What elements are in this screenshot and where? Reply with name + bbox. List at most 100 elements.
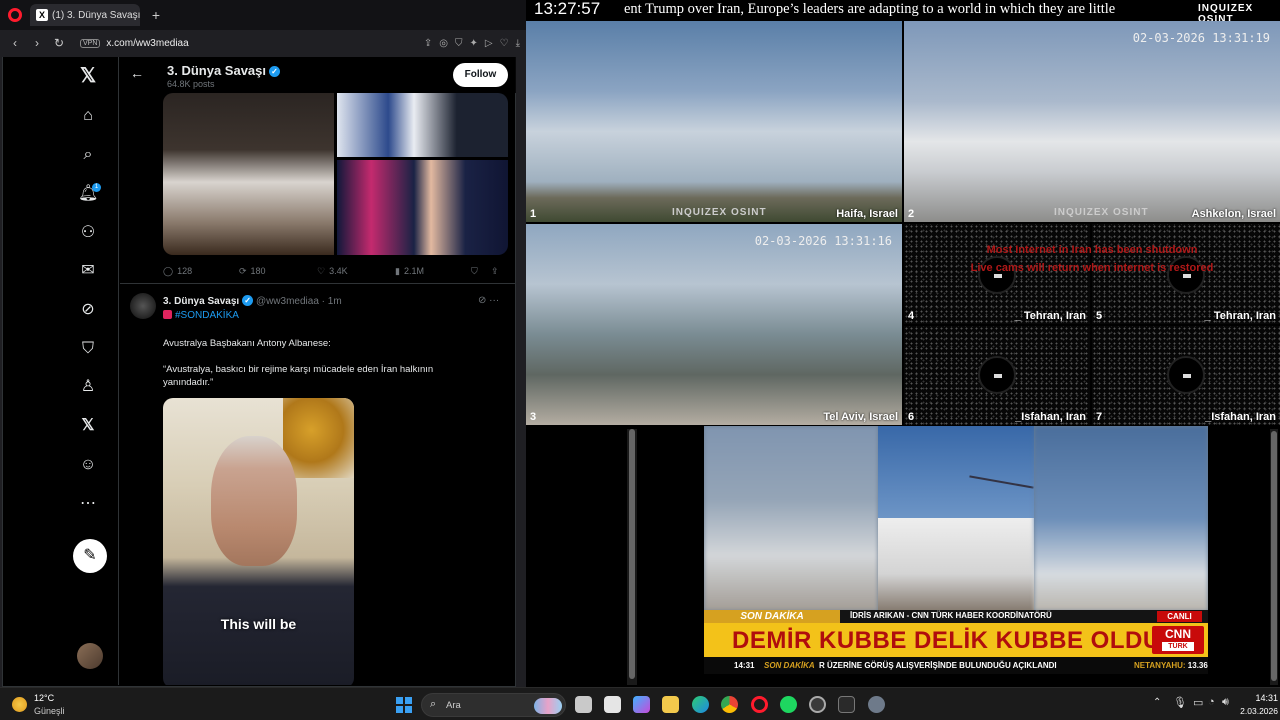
download-icon[interactable]: ⤓	[516, 38, 520, 49]
system-time[interactable]: 14:31	[1232, 693, 1278, 703]
post-image-grid[interactable]	[163, 93, 508, 255]
url-field[interactable]: x.com/ww3mediaa	[106, 38, 423, 49]
post-author[interactable]: 3. Dünya Savaşı ✓ @ww3mediaa · 1m	[163, 295, 342, 307]
camera-number: 6	[908, 411, 915, 423]
post-image-3[interactable]	[337, 160, 508, 255]
user-avatar[interactable]	[77, 643, 103, 669]
store-icon[interactable]	[604, 696, 621, 713]
more-options-icon[interactable]: ···	[489, 295, 499, 306]
tab-x-profile[interactable]: X (1) 3. Dünya Savaşı (@ww	[30, 4, 140, 26]
windows-start-icon[interactable]	[396, 697, 412, 713]
obs-icon[interactable]	[809, 696, 826, 713]
camera-feed-4[interactable]: 4 _ Tehran, Iran	[904, 224, 1090, 324]
compose-post-button[interactable]: ✎	[73, 539, 107, 573]
camera-icon[interactable]: ◎	[439, 38, 448, 49]
camera-feed-6[interactable]: 6 _Isfahan, Iran	[904, 326, 1090, 425]
follow-people-icon[interactable]: ⚇	[78, 223, 98, 243]
post-image-2[interactable]	[337, 93, 508, 157]
back-arrow-icon[interactable]: ←	[130, 65, 144, 81]
post-count: 64.8K posts	[167, 79, 215, 89]
grok-post-icon[interactable]: ⊘	[478, 295, 486, 306]
x-logo-icon[interactable]: 𝕏	[78, 66, 98, 86]
post-video[interactable]: This will be	[163, 398, 354, 685]
bookmarks-icon[interactable]: ⛉	[78, 339, 98, 359]
heart-icon[interactable]: ♡	[500, 38, 509, 49]
video-speaker	[211, 436, 297, 566]
camera-location: _Isfahan, Iran	[1015, 411, 1086, 423]
tab-title: (1) 3. Dünya Savaşı (@ww	[52, 9, 140, 21]
capcut-icon[interactable]	[838, 696, 855, 713]
camera-location: _Isfahan, Iran	[1205, 411, 1276, 423]
news-lower-third: SON DAKİKA İDRİS ARIKAN - CNN TÜRK HABER…	[704, 610, 1208, 674]
taskbar-search[interactable]: ⌕ Ara	[421, 693, 566, 717]
network-wifi-icon[interactable]: ◔	[1208, 696, 1215, 708]
system-date[interactable]: 2.03.2026	[1222, 706, 1278, 716]
extension-icon[interactable]: ✦	[470, 38, 478, 49]
tray-overflow-icon[interactable]: ⌃	[1153, 697, 1161, 708]
share-post-icon[interactable]: ⇪	[491, 266, 499, 277]
camera-feed-7[interactable]: 7 _Isfahan, Iran	[1092, 326, 1280, 425]
share-icon[interactable]: ⇪	[424, 38, 432, 49]
chrome-icon[interactable]	[721, 696, 738, 713]
file-explorer-icon[interactable]	[662, 696, 679, 713]
microphone-icon[interactable]: 🎙︎	[1173, 696, 1187, 709]
news-scrollbar-left[interactable]	[627, 429, 637, 685]
osint-multicam-window: 13:27:57 ent Trump over Iran, Europe’s l…	[526, 0, 1280, 687]
task-view-icon[interactable]	[575, 696, 592, 713]
forward-icon[interactable]: ›	[28, 36, 46, 50]
back-icon[interactable]: ‹	[6, 36, 24, 50]
camera-timestamp: 02-03-2026 13:31:16	[754, 234, 892, 248]
home-icon[interactable]: ⌂	[78, 106, 98, 126]
more-icon[interactable]: ⋯	[78, 494, 98, 514]
hashtag-link[interactable]: #SONDAKİKA	[163, 310, 239, 321]
reply-action[interactable]: ◯ 128	[163, 266, 239, 277]
weather-sun-icon[interactable]	[12, 697, 27, 712]
premium-x-icon[interactable]: 𝕏	[78, 416, 98, 436]
explore-search-icon[interactable]: ⌕	[78, 145, 98, 165]
weather-temperature[interactable]: 12°C	[34, 693, 54, 703]
weather-description[interactable]: Güneşli	[34, 706, 65, 716]
bookmark-icon[interactable]: ⛉	[471, 266, 491, 277]
search-placeholder: Ara	[446, 700, 461, 711]
play-icon[interactable]: ▷	[485, 38, 493, 49]
post-image-1[interactable]	[163, 93, 334, 255]
new-tab-button[interactable]: +	[148, 7, 164, 23]
like-action[interactable]: ♡ 3.4K	[317, 266, 395, 277]
camera-feed-5[interactable]: 5 _ Tehran, Iran	[1092, 224, 1280, 324]
repost-action[interactable]: ⟳ 180	[239, 266, 317, 277]
camera-feed-1[interactable]: INQUIZEX OSINT 1 Haifa, Israel	[526, 21, 902, 222]
cam-watermark: INQUIZEX OSINT	[1054, 207, 1149, 218]
shield-icon[interactable]: ⛉	[455, 38, 463, 49]
news-video[interactable]: SON DAKİKA İDRİS ARIKAN - CNN TÜRK HABER…	[704, 426, 1208, 674]
post-divider	[120, 283, 516, 284]
camera-location: Haifa, Israel	[836, 208, 898, 220]
messages-mail-icon[interactable]: ✉	[78, 261, 98, 281]
opera-icon[interactable]	[751, 696, 768, 713]
profile-icon[interactable]: ☺	[78, 455, 98, 475]
reload-icon[interactable]: ↻	[50, 36, 68, 50]
camera-feed-3[interactable]: 02-03-2026 13:31:16 3 Tel Aviv, Israel	[526, 224, 902, 425]
post-menu[interactable]: ⊘ ···	[478, 295, 499, 306]
camera-number: 1	[530, 208, 537, 220]
opera-logo-icon[interactable]	[8, 8, 22, 22]
display-icon[interactable]: ▭	[1193, 696, 1203, 709]
views-action[interactable]: ▮ 2.1M	[395, 266, 471, 277]
news-scrollbar-right[interactable]	[1270, 429, 1278, 685]
settings-gear-icon[interactable]	[868, 696, 885, 713]
x-feed: ← 3. Dünya Savaşı ✓ 64.8K posts Follow ◯ 1…	[120, 57, 516, 685]
news-headline: DEMİR KUBBE DELİK KUBBE OLDU	[732, 627, 1161, 654]
headline-bar: DEMİR KUBBE DELİK KUBBE OLDU CNN TÜRK	[704, 623, 1208, 657]
copilot-icon[interactable]	[633, 696, 650, 713]
post-handle: @ww3mediaa · 1m	[255, 296, 342, 307]
video-caption: This will be	[220, 616, 297, 632]
post-author-avatar[interactable]	[130, 293, 156, 319]
camera-location: Ashkelon, Israel	[1191, 208, 1276, 220]
live-badge: CANLI	[1157, 611, 1202, 622]
edge-icon[interactable]	[692, 696, 709, 713]
vpn-badge[interactable]: VPN	[80, 38, 101, 48]
grok-icon[interactable]: ⊘	[78, 300, 98, 320]
spotify-icon[interactable]	[780, 696, 797, 713]
follow-button[interactable]: Follow	[453, 63, 508, 87]
camera-feed-2[interactable]: 02-03-2026 13:31:19 INQUIZEX OSINT 2 Ash…	[904, 21, 1280, 222]
jobs-icon[interactable]: ♙	[78, 377, 98, 397]
